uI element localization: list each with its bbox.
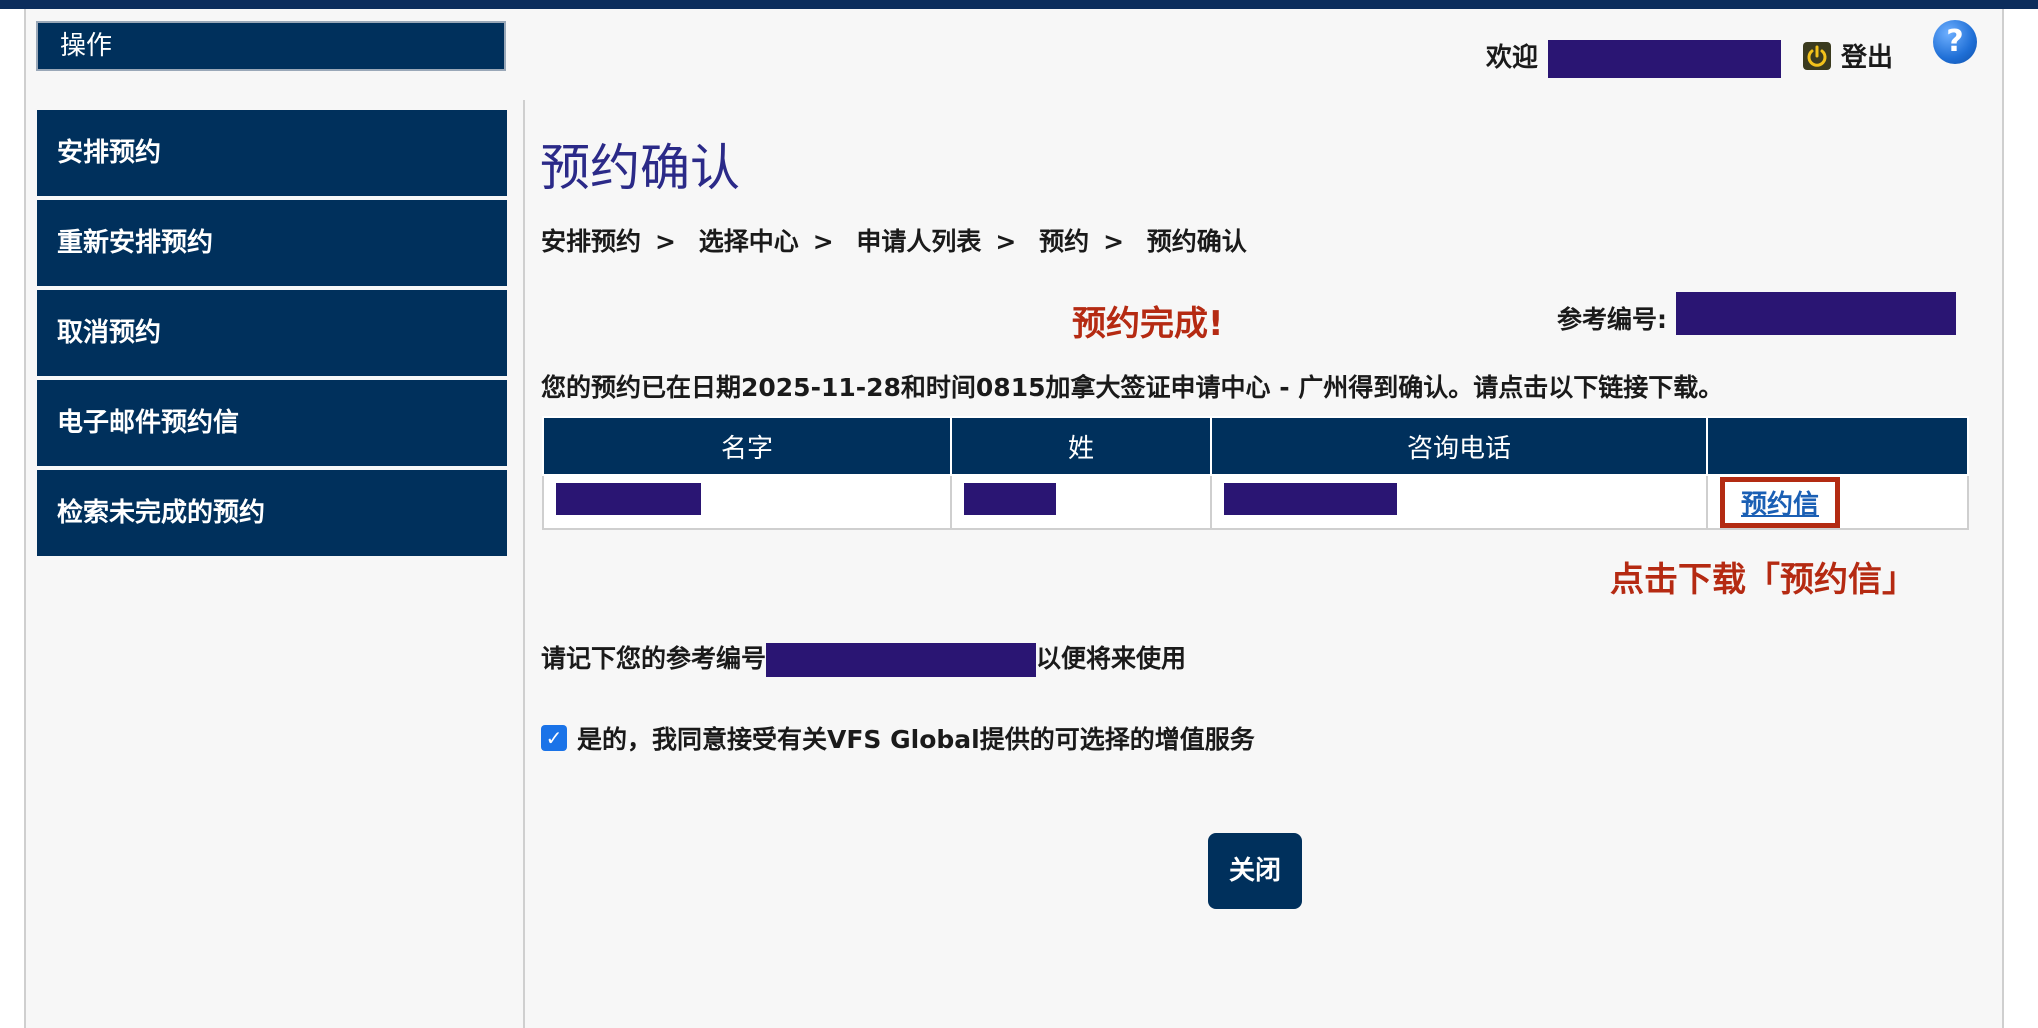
breadcrumb-item-select-center: 选择中心 [698, 227, 799, 256]
table-row: 预约信 [542, 474, 1969, 530]
download-hint: 点击下载「预约信」 [1610, 560, 1916, 600]
consent-label: 是的，我同意接受有关VFS Global提供的可选择的增值服务 [577, 725, 1255, 754]
cell-phone [1210, 474, 1708, 530]
consent-checkbox[interactable]: ✓ [541, 725, 567, 751]
top-bar [0, 0, 2038, 9]
sidebar-item-email-letter[interactable]: 电子邮件预约信 [37, 380, 507, 466]
redacted-first-name [556, 482, 701, 515]
breadcrumb-item-applicant-list: 申请人列表 [856, 227, 982, 256]
breadcrumb-item-schedule: 安排预约 [541, 227, 642, 256]
remember-prefix: 请记下您的参考编号 [541, 644, 767, 673]
redacted-username [1548, 40, 1781, 78]
column-header-letter [1706, 416, 1969, 476]
consent-row: ✓ 是的，我同意接受有关VFS Global提供的可选择的增值服务 [541, 720, 1255, 756]
cell-first-name [542, 474, 952, 530]
welcome-label: 欢迎 [1486, 43, 1539, 73]
sidebar-item-schedule[interactable]: 安排预约 [37, 110, 507, 196]
letter-link-highlight: 预约信 [1720, 476, 1841, 528]
operations-header: 操作 [36, 21, 506, 71]
sidebar-item-cancel[interactable]: 取消预约 [37, 290, 507, 376]
breadcrumb-separator: > [1103, 227, 1125, 256]
column-header-last-name: 姓 [950, 416, 1212, 476]
sidebar-item-reschedule[interactable]: 重新安排预约 [37, 200, 507, 286]
breadcrumb-separator: > [812, 227, 834, 256]
breadcrumb: 安排预约 > 选择中心 > 申请人列表 > 预约 > 预约确认 [541, 222, 1259, 258]
sidebar-item-retrieve-incomplete[interactable]: 检索未完成的预约 [37, 470, 507, 556]
redacted-phone [1224, 482, 1397, 515]
column-header-phone: 咨询电话 [1210, 416, 1708, 476]
cell-letter: 预约信 [1706, 474, 1969, 530]
redacted-reference-number-inline [766, 643, 1037, 677]
sidebar: 安排预约 重新安排预约 取消预约 电子邮件预约信 检索未完成的预约 [37, 110, 507, 560]
breadcrumb-separator: > [655, 227, 676, 256]
cell-last-name [950, 474, 1212, 530]
reference-number-label: 参考编号: [1557, 305, 1667, 334]
logout-link[interactable]: 登出 [1841, 38, 1893, 78]
content-divider [523, 100, 525, 1028]
close-button[interactable]: 关闭 [1208, 833, 1302, 909]
appointment-letter-link[interactable]: 预约信 [1741, 490, 1819, 520]
breadcrumb-item-appointment: 预约 [1039, 227, 1090, 256]
breadcrumb-separator: > [995, 227, 1017, 256]
confirmation-message: 您的预约已在日期2025-11-28和时间0815加拿大签证申请中心 - 广州得… [541, 373, 1724, 402]
checkbox-checked-icon: ✓ [545, 726, 563, 750]
power-icon[interactable] [1803, 42, 1831, 70]
applicant-table: 名字 姓 咨询电话 预约信 [542, 416, 1969, 530]
remember-suffix: 以便将来使用 [1036, 644, 1187, 673]
redacted-last-name [964, 482, 1056, 515]
breadcrumb-item-confirmation: 预约确认 [1146, 227, 1247, 256]
column-header-first-name: 名字 [542, 416, 952, 476]
booking-complete-text: 预约完成! [1072, 304, 1224, 344]
remember-reference-note: 请记下您的参考编号 以便将来使用 [541, 639, 1186, 677]
page-title: 预约确认 [540, 139, 740, 197]
redacted-reference-number [1676, 292, 1956, 335]
help-icon[interactable]: ? [1933, 20, 1977, 64]
